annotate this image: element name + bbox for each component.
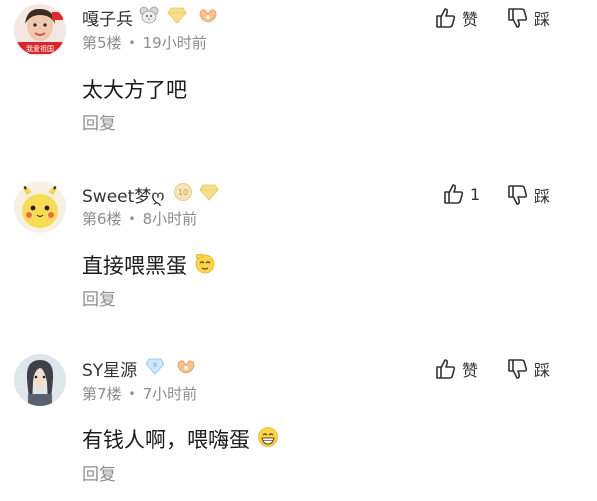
comment-meta: 第7楼 • 7小时前 [82,383,197,404]
comment-meta: 第5楼 • 19小时前 [82,32,207,53]
comment-item: Sweet梦ღ 10 第6楼 • 8小时前 直接喂黑蛋 回复 1 踩 [0,176,597,344]
username[interactable]: Sweet梦ღ [82,182,165,207]
comment-text-body: 太大方了吧 [82,78,187,102]
mouse-emoji-icon [139,6,159,28]
timestamp: 8小时前 [142,210,198,228]
reply-button[interactable]: 回复 [82,285,116,310]
meta-separator: • [128,35,136,50]
dislike-button[interactable]: 踩 [506,183,550,207]
comment-text: 太大方了吧 [82,74,187,104]
username[interactable]: 嘎子兵 [82,5,133,30]
floor-number: 第6楼 [82,210,122,228]
diamond-level-icon [199,183,219,205]
comment-item: 我爱祖国 嘎子兵 第5楼 • 19小时前 太大方了吧 回复 赞 踩 [0,0,597,168]
level-badge-icon: 10 [173,182,193,206]
dislike-button[interactable]: 踩 [506,357,550,381]
username-row: SY星源 9 [82,356,197,381]
svg-text:我爱祖国: 我爱祖国 [26,44,54,53]
dislike-label: 踩 [534,10,551,29]
dislike-label: 踩 [534,187,551,206]
thumbs-down-icon [508,185,528,205]
reply-button[interactable]: 回复 [82,109,116,134]
timestamp: 19小时前 [142,34,207,52]
svg-text:10: 10 [178,188,188,197]
thumbs-up-icon [436,8,456,28]
floor-number: 第5楼 [82,34,122,52]
fan-badge-icon [197,6,219,28]
thumbs-up-icon [444,184,464,204]
meta-separator: • [128,386,136,401]
comment-text: 直接喂黑蛋 [82,250,217,280]
like-label: 赞 [462,10,479,29]
comment-text-body: 直接喂黑蛋 [82,254,187,278]
username[interactable]: SY星源 [82,356,137,381]
username-row: 嘎子兵 [82,5,219,30]
avatar[interactable]: 我爱祖国 [14,4,66,56]
like-button[interactable]: 赞 [434,6,478,30]
meta-separator: • [128,211,136,226]
comment-text-body: 有钱人啊，喂嗨蛋 [82,428,250,452]
like-label: 赞 [462,361,479,380]
diamond-level-icon: 9 [145,357,165,379]
salute-emoji-icon [193,251,217,280]
timestamp: 7小时前 [142,385,198,403]
like-button[interactable]: 1 [442,183,480,205]
comment-meta: 第6楼 • 8小时前 [82,208,197,229]
grinning-emoji-icon [256,425,280,454]
svg-text:9: 9 [153,362,157,369]
comment-text: 有钱人啊，喂嗨蛋 [82,424,280,454]
thumbs-up-icon [436,359,456,379]
reply-button[interactable]: 回复 [82,460,116,485]
username-row: Sweet梦ღ 10 [82,182,219,207]
fan-badge-icon [175,357,197,379]
floor-number: 第7楼 [82,385,122,403]
like-button[interactable]: 赞 [434,357,478,381]
dislike-button[interactable]: 踩 [506,6,550,30]
thumbs-down-icon [508,359,528,379]
thumbs-down-icon [508,8,528,28]
avatar[interactable] [14,181,66,233]
like-count: 1 [470,184,481,204]
diamond-level-icon [167,6,187,28]
comment-item: SY星源 9 第7楼 • 7小时前 有钱人啊，喂嗨蛋 回复 赞 踩 [0,352,597,501]
dislike-label: 踩 [534,361,551,380]
avatar[interactable] [14,354,66,406]
